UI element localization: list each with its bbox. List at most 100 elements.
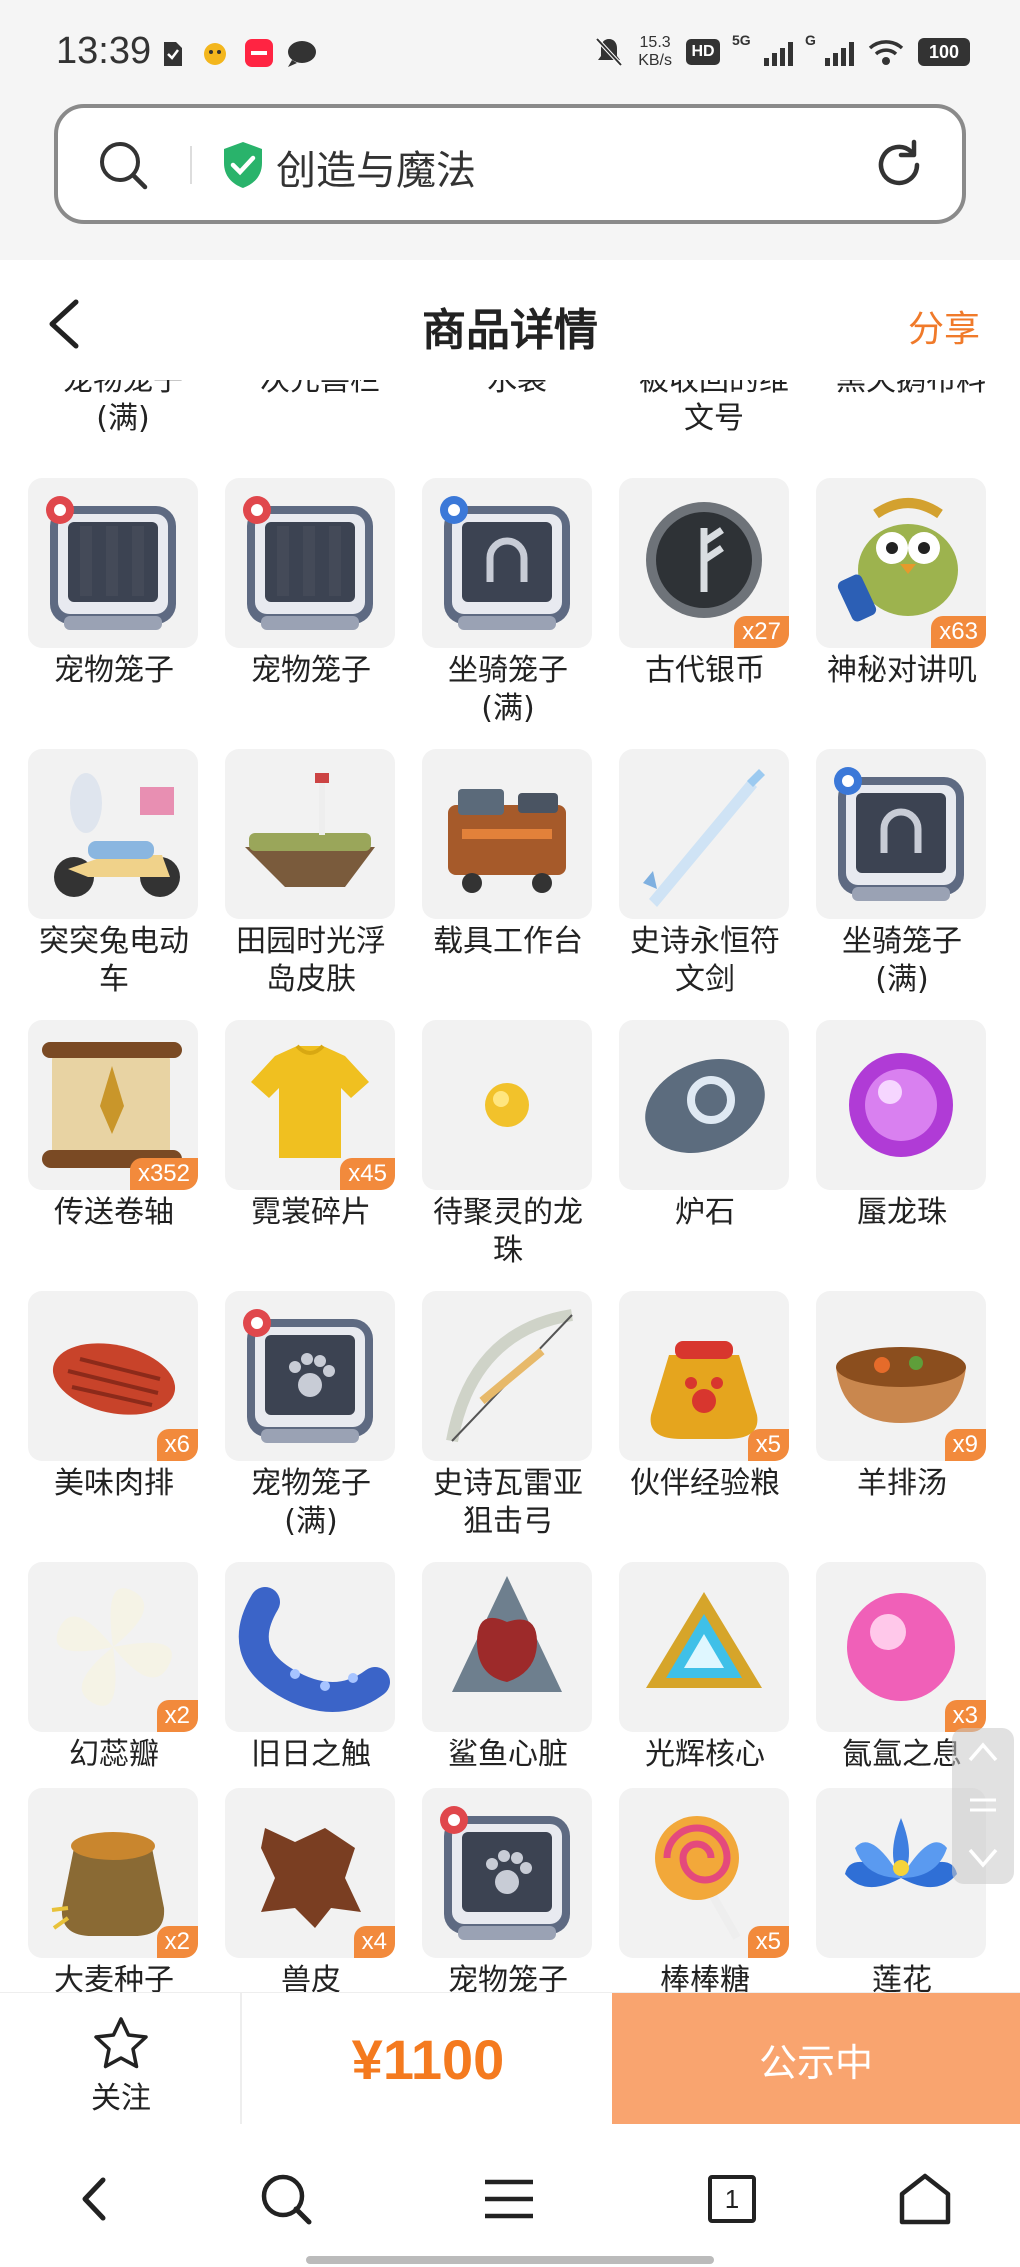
quantity-badge: x45 bbox=[340, 1158, 395, 1190]
grid-item[interactable]: x2 大麦种子 bbox=[14, 1788, 204, 1992]
purple-orb-icon bbox=[816, 1020, 986, 1190]
item-thumbnail: x5 bbox=[619, 1788, 789, 1958]
grid-item[interactable]: 光辉核心 bbox=[605, 1562, 795, 1822]
shark-heart-icon bbox=[422, 1562, 592, 1732]
item-thumbnail bbox=[225, 478, 395, 648]
grid-item[interactable]: 炉石 bbox=[605, 1020, 795, 1280]
grid-item[interactable]: x63 神秘对讲叽 bbox=[802, 478, 992, 738]
home-indicator[interactable] bbox=[306, 2256, 714, 2264]
grid-item[interactable]: x352 传送卷轴 bbox=[14, 1020, 204, 1280]
grid-item[interactable]: 坐骑笼子 (满) bbox=[802, 749, 992, 1009]
bottom-action-bar: 关注 ¥1100 公示中 bbox=[0, 1992, 1020, 2125]
search-icon bbox=[261, 2174, 312, 2225]
sim-card-icon bbox=[164, 42, 182, 66]
sniper-bow-icon bbox=[422, 1291, 592, 1461]
grid-item[interactable]: x4 兽皮 bbox=[211, 1788, 401, 1992]
grid-item[interactable]: 宠物笼子 bbox=[14, 478, 204, 738]
status-bar: 13:39 15.3 KB/s HD 5G G 100 bbox=[0, 0, 1020, 100]
item-thumbnail bbox=[28, 749, 198, 919]
grid-item[interactable]: x27 古代银币 bbox=[605, 478, 795, 738]
item-name: 大麦种子 bbox=[54, 1963, 174, 1992]
mount-cage-icon bbox=[816, 749, 986, 919]
refresh-icon[interactable] bbox=[872, 138, 926, 192]
item-thumbnail bbox=[422, 478, 592, 648]
address-bar[interactable]: 创造与魔法 bbox=[54, 104, 966, 224]
item-name: 神秘对讲叽 bbox=[827, 653, 977, 688]
signal-g-icon: G bbox=[805, 32, 854, 66]
grid-item[interactable]: 宠物笼子 (满) bbox=[211, 1291, 401, 1551]
item-name: 突突兔电动 车 bbox=[39, 924, 189, 997]
share-button[interactable]: 分享 bbox=[908, 300, 980, 352]
item-name: 蜃龙珠 bbox=[857, 1195, 947, 1230]
quantity-badge: x352 bbox=[129, 1158, 198, 1190]
item-thumbnail bbox=[422, 1562, 592, 1732]
follow-button[interactable]: 关注 bbox=[0, 1993, 242, 2125]
partial-row-names: 宠物笼子 (满) 次元兽栏 水袋 被收回的维 文号 黑天鹅布料 bbox=[0, 380, 1020, 460]
pet-cage-icon bbox=[225, 478, 395, 648]
grid-item[interactable]: 蜃龙珠 bbox=[802, 1020, 992, 1280]
item-thumbnail: x6 bbox=[28, 1291, 198, 1461]
net-speed: 15.3 KB/s bbox=[638, 34, 672, 69]
workbench-icon bbox=[422, 749, 592, 919]
quantity-badge: x5 bbox=[747, 1429, 789, 1461]
grid-item[interactable]: 待聚灵的龙 珠 bbox=[408, 1020, 598, 1280]
item-thumbnail bbox=[619, 1562, 789, 1732]
grid-item[interactable]: x9 羊排汤 bbox=[802, 1291, 992, 1551]
nav-home-button[interactable] bbox=[890, 2164, 960, 2234]
item-thumbnail: x4 bbox=[225, 1788, 395, 1958]
signal-5g-icon: 5G bbox=[732, 32, 793, 66]
wifi-icon bbox=[868, 40, 904, 65]
grid-item[interactable]: 史诗瓦雷亚 狙击弓 bbox=[408, 1291, 598, 1551]
quantity-badge: x5 bbox=[747, 1926, 789, 1958]
divider bbox=[190, 146, 192, 184]
grid-item[interactable]: 突突兔电动 车 bbox=[14, 749, 204, 1009]
grid-item[interactable]: x5 伙伴经验粮 bbox=[605, 1291, 795, 1551]
item-name: 羊排汤 bbox=[857, 1466, 947, 1501]
grid-item[interactable]: x5 棒棒糖 bbox=[605, 1788, 795, 1992]
nav-tabs-button[interactable]: 1 bbox=[697, 2164, 767, 2234]
grid-item[interactable]: 宠物笼子 bbox=[211, 478, 401, 738]
follow-label: 关注 bbox=[91, 2081, 151, 2116]
battery-indicator: 100 bbox=[918, 38, 970, 66]
grid-item[interactable]: x2 幻蕊瓣 bbox=[14, 1562, 204, 1822]
grid-item[interactable]: 宠物笼子 bbox=[408, 1788, 598, 1992]
scroll-down-icon[interactable] bbox=[967, 1846, 999, 1870]
grid-item[interactable]: 田园时光浮 岛皮肤 bbox=[211, 749, 401, 1009]
item-name: 鲨鱼心脏 bbox=[448, 1737, 568, 1772]
dragon-pearl-icon bbox=[422, 1020, 592, 1190]
item-name: 霓裳碎片 bbox=[251, 1195, 371, 1230]
grid-item[interactable]: x45 霓裳碎片 bbox=[211, 1020, 401, 1280]
item-name: 坐骑笼子 (满) bbox=[448, 653, 568, 726]
item-name: 宠物笼子 bbox=[448, 1963, 568, 1992]
grid-item[interactable]: x6 美味肉排 bbox=[14, 1291, 204, 1551]
xiaohongshu-icon bbox=[245, 39, 273, 67]
nav-search-button[interactable] bbox=[251, 2164, 321, 2234]
scroll-up-icon[interactable] bbox=[967, 1740, 999, 1764]
grid-item[interactable]: 鲨鱼心脏 bbox=[408, 1562, 598, 1822]
item-name: 宠物笼子 bbox=[251, 653, 371, 688]
grid-item[interactable]: 旧日之触 bbox=[211, 1562, 401, 1822]
item-thumbnail bbox=[225, 1291, 395, 1461]
item-thumbnail: x9 bbox=[816, 1291, 986, 1461]
grid-item[interactable]: 坐骑笼子 (满) bbox=[408, 478, 598, 738]
public-status-button[interactable]: 公示中 bbox=[612, 1993, 1020, 2125]
address-text: 创造与魔法 bbox=[276, 148, 476, 194]
quantity-badge: x4 bbox=[353, 1926, 395, 1958]
nav-menu-button[interactable] bbox=[474, 2164, 544, 2234]
pet-cage-icon bbox=[28, 478, 198, 648]
grid-item[interactable]: 载具工作台 bbox=[408, 749, 598, 1009]
grid-item[interactable]: 史诗永恒符 文剑 bbox=[605, 749, 795, 1009]
mount-cage-icon bbox=[422, 478, 592, 648]
scroll-menu-icon[interactable] bbox=[967, 1794, 999, 1818]
item-thumbnail bbox=[619, 1020, 789, 1190]
scooter-icon bbox=[28, 749, 198, 919]
item-thumbnail: x352 bbox=[28, 1020, 198, 1190]
item-thumbnail: x45 bbox=[225, 1020, 395, 1190]
search-icon[interactable] bbox=[98, 140, 150, 192]
partial-item-name: 宠物笼子 (满) bbox=[63, 380, 183, 436]
scroll-widget[interactable] bbox=[952, 1728, 1014, 1884]
item-thumbnail: x27 bbox=[619, 478, 789, 648]
item-name: 古代银币 bbox=[645, 653, 765, 688]
nav-back-button[interactable] bbox=[60, 2164, 130, 2234]
shield-check-icon bbox=[224, 142, 262, 188]
